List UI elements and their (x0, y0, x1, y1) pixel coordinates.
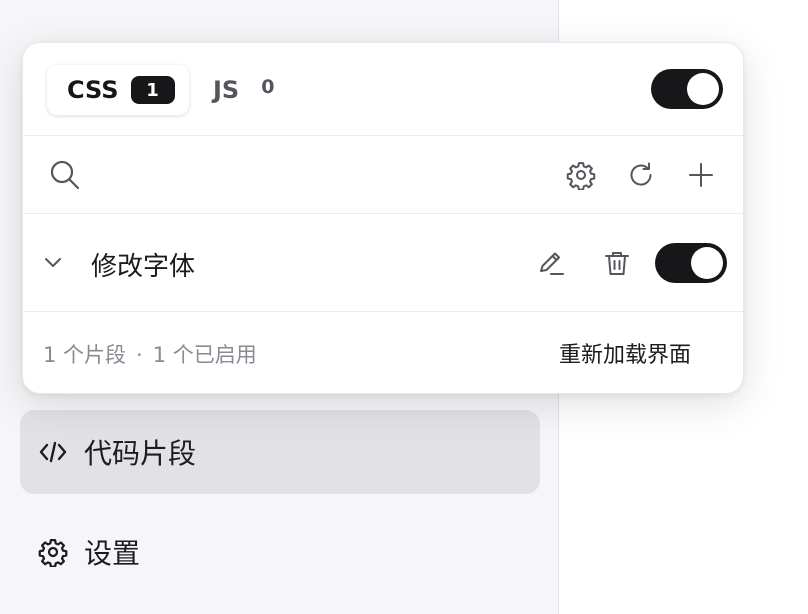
toggle-knob (691, 247, 723, 279)
snippet-count: 1 个片段 (43, 343, 127, 367)
toggle-knob (687, 73, 719, 105)
sidebar-item-settings[interactable]: 设置 (20, 510, 540, 594)
toolbar-row (23, 136, 743, 214)
count-label: 0 (261, 76, 275, 98)
code-icon (38, 437, 68, 467)
tab-css[interactable]: CSS 1 (47, 65, 189, 115)
snippet-name[interactable]: 修改字体 (91, 246, 195, 283)
gear-icon (38, 537, 68, 567)
expand-button[interactable] (35, 244, 71, 280)
gear-icon (566, 160, 596, 190)
sidebar-item-snippets[interactable]: 代码片段 (20, 410, 540, 494)
settings-button[interactable] (563, 157, 599, 193)
sidebar-item-label: 代码片段 (84, 437, 197, 470)
refresh-icon (626, 160, 656, 190)
master-toggle[interactable] (651, 69, 723, 109)
sidebar-item-label: 设置 (84, 537, 141, 570)
refresh-button[interactable] (623, 157, 659, 193)
tab-js[interactable]: JS 0 (195, 65, 295, 115)
search-icon[interactable] (47, 157, 83, 193)
snippet-stats: 1 个片段 · 1 个已启用 (43, 339, 257, 369)
tab-label: JS (213, 76, 240, 104)
chevron-down-icon (41, 250, 65, 274)
tabs-row: CSS 1 JS 0 (23, 43, 743, 136)
footer-row: 1 个片段 · 1 个已启用 重新加载界面 (23, 312, 743, 393)
snippets-popover: CSS 1 JS 0 修改字体 1 个片段 · 1 个已启用 重新加载界面 (22, 42, 744, 394)
separator: · (136, 343, 143, 367)
trash-icon (602, 248, 632, 278)
delete-button[interactable] (599, 245, 635, 281)
plus-icon (686, 160, 716, 190)
tab-label: CSS (67, 76, 119, 104)
app-stage: 代码片段 设置 CSS 1 JS 0 修改字体 1 个片段 · 1 个已启用 重… (0, 0, 808, 614)
edit-button[interactable] (533, 245, 569, 281)
add-snippet-button[interactable] (683, 157, 719, 193)
snippet-toggle[interactable] (655, 243, 727, 283)
pencil-icon (536, 248, 566, 278)
count-badge: 1 (130, 76, 175, 104)
enabled-count: 1 个已启用 (152, 343, 257, 367)
snippet-row: 修改字体 (23, 214, 743, 312)
reload-ui-button[interactable]: 重新加载界面 (559, 337, 691, 369)
